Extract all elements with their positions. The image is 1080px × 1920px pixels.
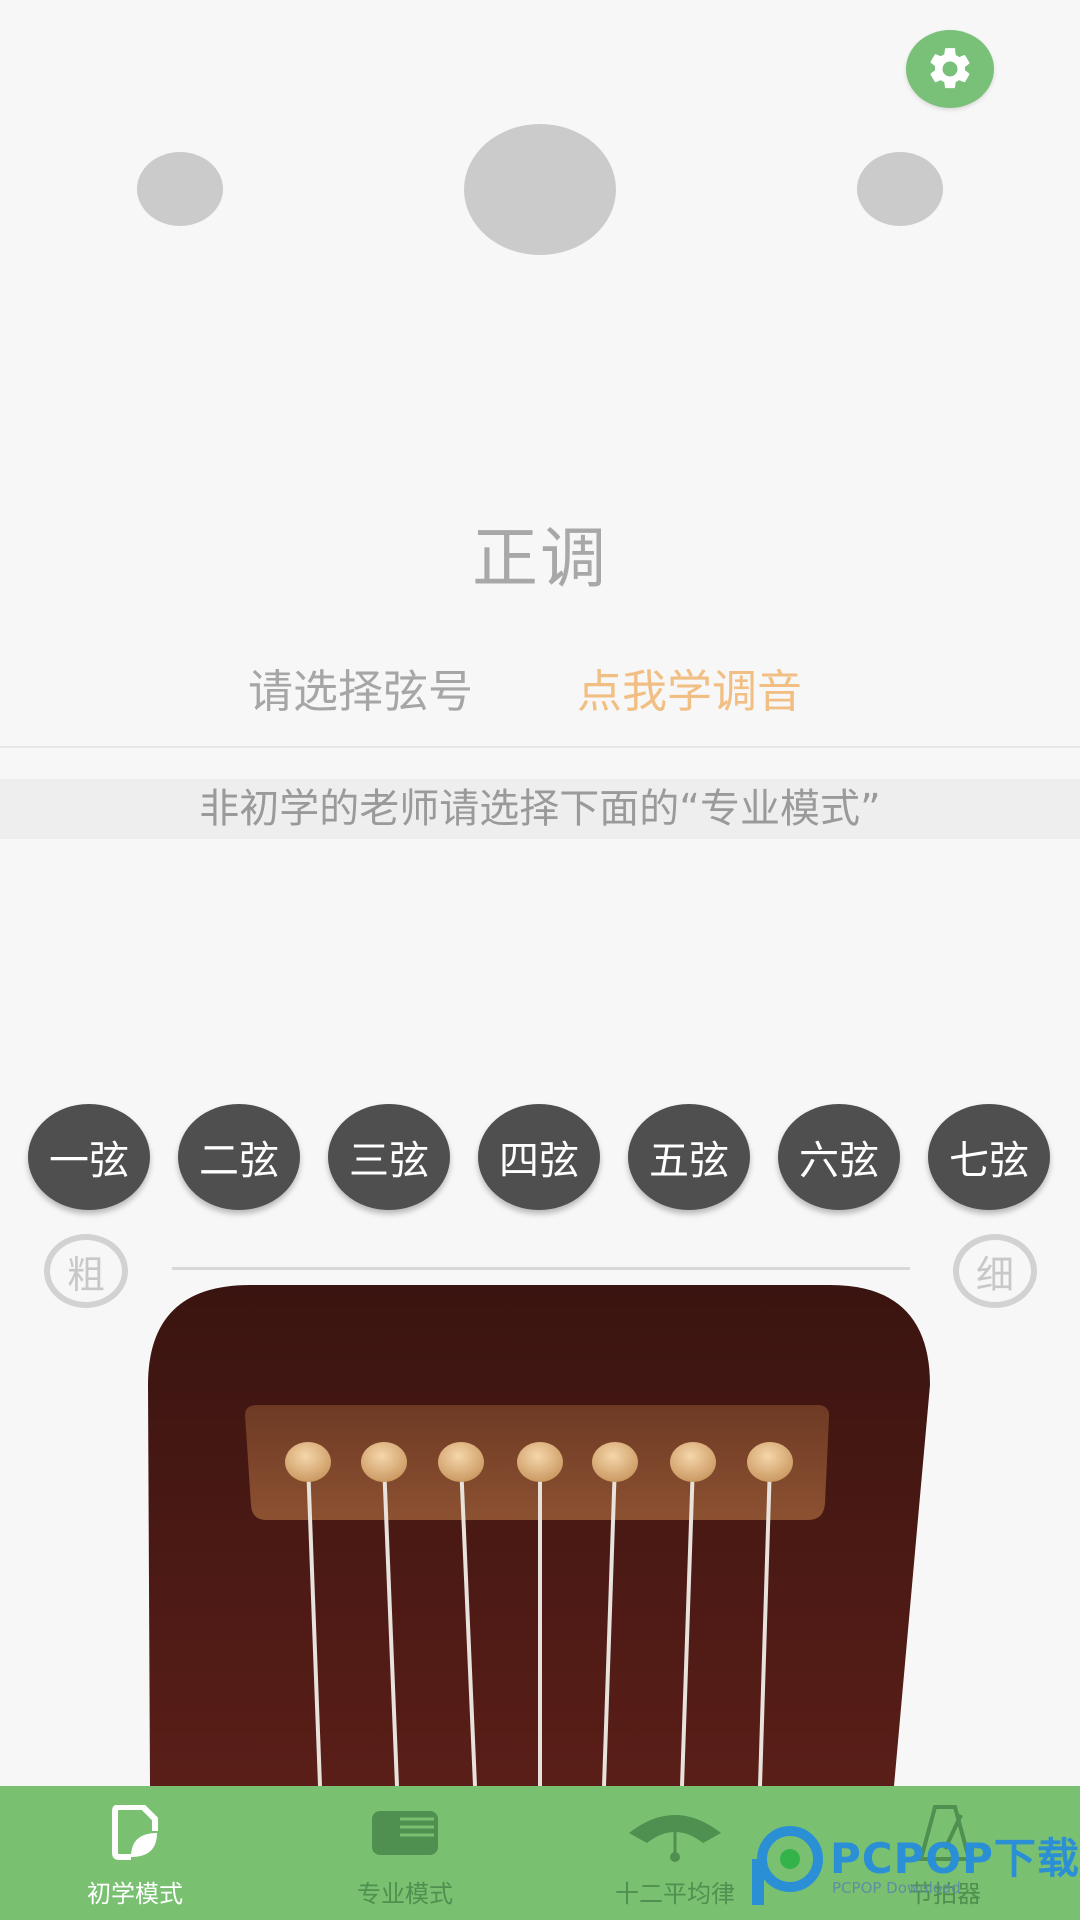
string-button-7[interactable]: 七弦 [928,1104,1050,1210]
string-button-4[interactable]: 四弦 [478,1104,600,1210]
pcpop-logo-icon [752,1826,823,1905]
beginner-mode-icon [0,1798,270,1868]
pitch-indicator-center [464,124,616,255]
select-string-prompt: 请选择弦号 [248,665,474,718]
watermark-text: PCPOP下载 [830,1834,1080,1883]
string-button-5[interactable]: 五弦 [628,1104,750,1210]
settings-button[interactable] [906,30,994,108]
string-button-6[interactable]: 六弦 [778,1104,900,1210]
watermark-subtext: PCPOP Download [832,1879,961,1897]
nav-pro-mode[interactable]: 专业模式 [270,1786,540,1920]
gear-icon [930,48,970,89]
nav-beginner-mode[interactable]: 初学模式 [0,1786,270,1920]
string-select-row: 请选择弦号 点我学调音 [0,655,1080,718]
tuning-peg-5 [592,1442,638,1482]
pitch-indicator-sharp [857,152,943,226]
nav-pro-label: 专业模式 [357,1880,453,1908]
tuning-title: 正调 [472,520,608,597]
tuning-peg-2 [361,1442,407,1482]
string-button-1[interactable]: 一弦 [28,1104,150,1210]
string-button-2[interactable]: 二弦 [178,1104,300,1210]
divider [0,746,1080,748]
tuning-peg-4 [517,1442,563,1482]
guqin-illustration [148,1285,930,1786]
tuning-peg-7 [747,1442,793,1482]
string-button-3[interactable]: 三弦 [328,1104,450,1210]
tuning-peg-6 [670,1442,716,1482]
pitch-indicator-flat [137,152,223,226]
tuning-peg-1 [285,1442,331,1482]
pro-mode-hint: 非初学的老师请选择下面的“专业模式” [0,779,1080,839]
nav-beginner-label: 初学模式 [87,1880,183,1908]
learn-tuning-link[interactable]: 点我学调音 [577,655,802,720]
tuning-peg-3 [438,1442,484,1482]
pcpop-watermark: PCPOP下载 PCPOP Download [750,1825,1080,1920]
pro-mode-icon [270,1798,540,1868]
string-button-row: 一弦 二弦 三弦 四弦 五弦 六弦 七弦 [0,1104,1080,1210]
thickness-scale-line [172,1267,910,1270]
guqin-tuner-screen: 正调 请选择弦号 点我学调音 非初学的老师请选择下面的“专业模式” 一弦 二弦 … [0,0,1080,1920]
